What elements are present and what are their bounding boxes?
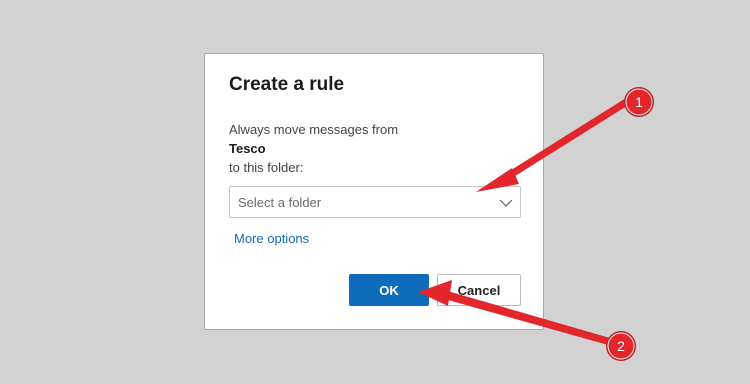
chevron-down-icon (499, 199, 513, 207)
annotation-badge-1-label: 1 (635, 94, 643, 110)
rule-description-line: Always move messages from (229, 122, 399, 137)
cancel-button[interactable]: Cancel (437, 274, 521, 306)
folder-select-placeholder: Select a folder (238, 195, 322, 210)
ok-button[interactable]: OK (349, 274, 429, 306)
annotation-badge-2: 2 (606, 331, 636, 361)
sender-name: Tesco (229, 141, 266, 156)
rule-description-target: to this folder: (229, 160, 304, 175)
dialog-title: Create a rule (229, 74, 345, 95)
annotation-badge-1: 1 (624, 87, 654, 117)
more-options-link[interactable]: More options (234, 231, 309, 246)
annotation-badge-2-label: 2 (617, 338, 625, 354)
create-rule-dialog: Create a rule Always move messages from … (204, 53, 544, 330)
rule-description: Always move messages from Tesco to this … (229, 120, 398, 177)
folder-select[interactable]: Select a folder (229, 186, 521, 218)
